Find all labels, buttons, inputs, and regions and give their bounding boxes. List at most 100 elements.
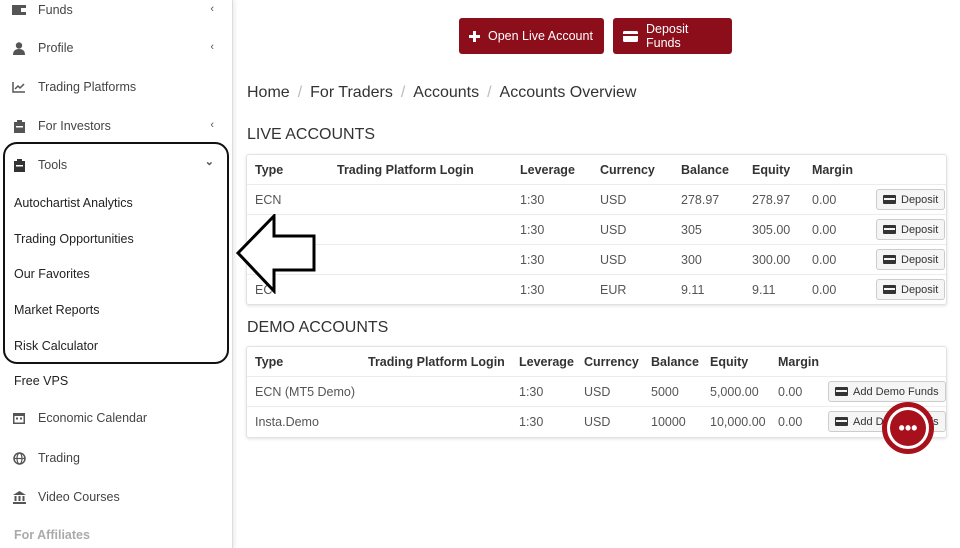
- sidebar-item-label: Trading: [38, 451, 80, 465]
- cell-balance: 278.97: [681, 193, 720, 207]
- table-header-row: Type Trading Platform Login Leverage Cur…: [247, 155, 946, 185]
- chat-bubble-icon: •••: [890, 410, 926, 446]
- open-live-account-label: Open Live Account: [488, 29, 593, 43]
- deposit-button[interactable]: Deposit: [876, 279, 946, 300]
- sidebar-item-trading[interactable]: Trading: [0, 440, 232, 476]
- sidebar-item-free-vps[interactable]: Free VPS: [14, 374, 68, 388]
- table-row: 1:30 USD 305 305.00 0.00 Deposit: [247, 214, 946, 245]
- credit-card-icon: [835, 417, 848, 426]
- cell-currency: USD: [584, 415, 611, 429]
- table-row: ECN (MT5 Demo) 1:30 USD 5000 5,000.00 0.…: [247, 376, 946, 407]
- bank-icon: [12, 490, 26, 504]
- submenu-item-trading-opportunities[interactable]: Trading Opportunities: [14, 232, 134, 246]
- cell-margin: 0.00: [812, 223, 837, 237]
- sidebar-item-profile[interactable]: Profile ‹: [0, 30, 232, 66]
- sidebar-item-label: Trading Platforms: [38, 80, 137, 94]
- cell-balance: 9.11: [681, 283, 705, 297]
- sidebar-item-label: Video Courses: [38, 490, 120, 504]
- sidebar-item-for-investors[interactable]: For Investors ‹: [0, 108, 232, 144]
- cell-balance: 305: [681, 223, 702, 237]
- cell-margin: 0.00: [812, 193, 837, 207]
- header-margin: Margin: [812, 163, 853, 177]
- header-leverage: Leverage: [520, 163, 575, 177]
- breadcrumb-home[interactable]: Home: [247, 84, 290, 101]
- cell-leverage: 1:30: [519, 415, 544, 429]
- table-row: ECN VIP 1:30 USD 300 300.00 0.00 Deposit: [247, 244, 946, 275]
- cell-equity: 278.97: [752, 193, 791, 207]
- plus-icon: [469, 30, 480, 42]
- cell-leverage: 1:30: [519, 385, 544, 399]
- annotation-arrow-icon: [236, 214, 316, 294]
- table-row: EC 1:30 EUR 9.11 9.11 0.00 Deposit: [247, 274, 946, 305]
- submenu-item-autochartist[interactable]: Autochartist Analytics: [14, 196, 133, 210]
- cell-leverage: 1:30: [520, 283, 545, 297]
- deposit-button[interactable]: Deposit: [876, 249, 946, 270]
- sidebar-section-affiliates: For Affiliates: [14, 528, 90, 542]
- cell-margin: 0.00: [778, 385, 803, 399]
- breadcrumb-for-traders[interactable]: For Traders: [310, 84, 393, 101]
- deposit-label: Deposit: [901, 193, 939, 206]
- cell-currency: USD: [600, 223, 627, 237]
- sidebar-item-funds[interactable]: Funds ‹: [0, 0, 232, 28]
- header-currency: Currency: [600, 163, 655, 177]
- header-equity: Equity: [752, 163, 791, 177]
- deposit-button[interactable]: Deposit: [876, 219, 946, 240]
- cell-equity: 305.00: [752, 223, 791, 237]
- cell-margin: 0.00: [812, 283, 837, 297]
- chat-widget-button[interactable]: •••: [882, 402, 934, 454]
- cell-currency: USD: [600, 253, 627, 267]
- wallet-icon: [12, 3, 26, 17]
- header-currency: Currency: [584, 355, 639, 369]
- cell-equity: 5,000.00: [710, 385, 759, 399]
- chevron-left-icon: ‹: [210, 41, 214, 53]
- header-login: Trading Platform Login: [337, 163, 474, 177]
- header-balance: Balance: [681, 163, 729, 177]
- header-login: Trading Platform Login: [368, 355, 505, 369]
- sidebar-item-trading-platforms[interactable]: Trading Platforms: [0, 69, 232, 105]
- cell-equity: 300.00: [752, 253, 791, 267]
- header-balance: Balance: [651, 355, 699, 369]
- submenu-item-market-reports[interactable]: Market Reports: [14, 303, 99, 317]
- sidebar-item-video-courses[interactable]: Video Courses: [0, 479, 232, 515]
- credit-card-icon: [835, 387, 848, 396]
- demo-accounts-table: Type Trading Platform Login Leverage Cur…: [246, 346, 947, 438]
- deposit-funds-label: Deposit Funds: [646, 22, 689, 50]
- cell-leverage: 1:30: [520, 253, 545, 267]
- deposit-label: Deposit: [901, 223, 939, 236]
- table-row: Insta.Demo 1:30 USD 10000 10,000.00 0.00…: [247, 406, 946, 437]
- globe-icon: [12, 451, 26, 465]
- open-live-account-button[interactable]: Open Live Account: [459, 18, 604, 54]
- cell-leverage: 1:30: [520, 223, 545, 237]
- live-accounts-title: LIVE ACCOUNTS: [247, 126, 376, 143]
- credit-card-icon: [883, 285, 896, 294]
- cell-currency: USD: [584, 385, 611, 399]
- cell-equity: 10,000.00: [710, 415, 766, 429]
- sidebar-item-label: Profile: [38, 41, 74, 55]
- add-demo-funds-button[interactable]: Add Demo Funds: [828, 381, 946, 402]
- deposit-button[interactable]: Deposit: [876, 189, 946, 210]
- cell-margin: 0.00: [778, 415, 803, 429]
- chart-icon: [12, 80, 26, 94]
- cell-currency: EUR: [600, 283, 627, 297]
- credit-card-icon: [883, 225, 896, 234]
- briefcase-icon: [12, 119, 26, 133]
- deposit-label: Deposit: [901, 253, 939, 266]
- credit-card-icon: [883, 255, 896, 264]
- breadcrumb-accounts[interactable]: Accounts: [413, 84, 479, 101]
- submenu-item-our-favorites[interactable]: Our Favorites: [14, 267, 90, 281]
- sidebar: Funds ‹ Profile ‹ Trading Platforms For …: [0, 0, 233, 548]
- deposit-funds-button[interactable]: Deposit Funds: [613, 18, 732, 54]
- sidebar-item-label: Funds: [38, 3, 73, 17]
- chevron-left-icon: ‹: [210, 3, 214, 15]
- table-row: ECN 1:30 USD 278.97 278.97 0.00 Deposit: [247, 184, 946, 215]
- header-equity: Equity: [710, 355, 749, 369]
- table-header-row: Type Trading Platform Login Leverage Cur…: [247, 347, 946, 377]
- cell-equity: 9.11: [752, 283, 776, 297]
- credit-card-icon: [883, 195, 896, 204]
- tools-highlight-box: [3, 142, 229, 364]
- submenu-item-risk-calculator[interactable]: Risk Calculator: [14, 339, 98, 353]
- header-type: Type: [255, 355, 284, 369]
- sidebar-item-economic-calendar[interactable]: Economic Calendar: [0, 400, 232, 436]
- live-accounts-table: Type Trading Platform Login Leverage Cur…: [246, 154, 947, 305]
- cell-leverage: 1:30: [520, 193, 545, 207]
